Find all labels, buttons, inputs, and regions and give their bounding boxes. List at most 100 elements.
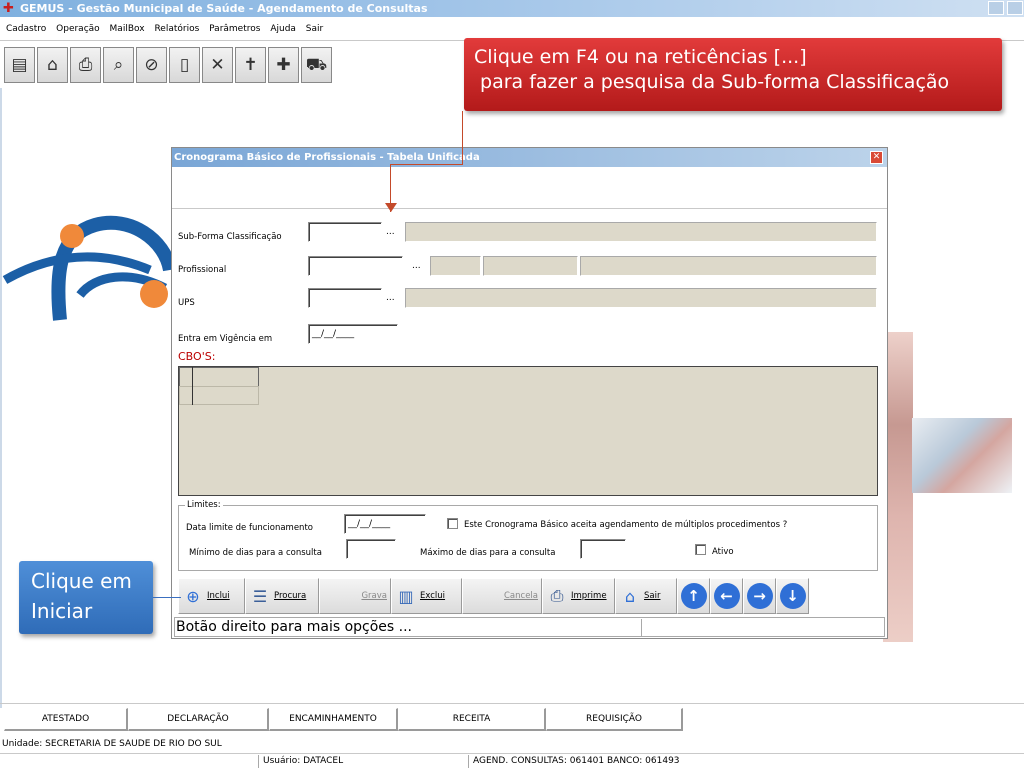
menu-ajuda[interactable]: Ajuda: [270, 24, 296, 34]
ativo-checkbox[interactable]: [695, 544, 706, 555]
cronograma-dialog: Cronograma Básico de Profissionais - Tab…: [171, 147, 888, 639]
nav-left-button[interactable]: ←: [710, 578, 743, 614]
background-photo: [912, 418, 1012, 493]
cross-icon[interactable]: ✝: [235, 47, 266, 83]
status-divider: [641, 619, 642, 636]
minimize-button[interactable]: [988, 1, 1004, 15]
dialog-button-bar: ⊕ Inclui ☰ Procura Grava ▥ Exclui Cancel…: [178, 578, 809, 614]
iniciar-connector: [153, 597, 181, 598]
arrow-right-icon: →: [746, 583, 773, 609]
database-search-icon: ☰: [252, 586, 268, 606]
arrow-left-icon: ←: [713, 583, 740, 609]
window-titlebar: ✚ GEMUS - Gestão Municipal de Saúde - Ag…: [0, 0, 1024, 17]
tab-declaracao[interactable]: DECLARAÇÃO: [128, 708, 269, 731]
exclui-button[interactable]: ▥ Exclui: [391, 578, 462, 614]
multiplos-checkbox[interactable]: [447, 518, 458, 529]
menu-operacao[interactable]: Operação: [56, 24, 100, 34]
tab-atestado[interactable]: ATESTADO: [4, 708, 128, 731]
profissional-registro: [483, 256, 578, 276]
dialog-divider: [172, 208, 887, 209]
building-icon[interactable]: ⌂: [37, 47, 68, 83]
clipboard-icon[interactable]: ▯: [169, 47, 200, 83]
callout-connector: [390, 164, 463, 165]
profissional-input[interactable]: [308, 256, 403, 276]
exit-house-icon: ⌂: [624, 586, 636, 606]
iniciar-callout: Clique em Iniciar: [19, 561, 153, 634]
ups-description: [405, 288, 877, 308]
grava-button[interactable]: Grava: [319, 578, 391, 614]
bottom-divider: [0, 703, 1024, 704]
subforma-input[interactable]: [308, 222, 382, 242]
first-aid-kit-icon[interactable]: ✚: [268, 47, 299, 83]
menu-parametros[interactable]: Parâmetros: [209, 24, 260, 34]
ambulance-icon[interactable]: ⛟: [301, 47, 332, 83]
maximize-button[interactable]: [1007, 1, 1023, 15]
callout-connector: [462, 111, 463, 165]
nav-up-button[interactable]: ↑: [677, 578, 710, 614]
trash-icon: ▥: [398, 586, 414, 606]
bottom-tab-bar: ATESTADO DECLARAÇÃO ENCAMINHAMENTO RECEI…: [4, 708, 683, 731]
minimo-dias-label: Mínimo de dias para a consulta: [189, 548, 322, 558]
menu-cadastro[interactable]: Cadastro: [6, 24, 46, 34]
limites-legend: Limites:: [185, 500, 223, 510]
profissional-code: [430, 256, 481, 276]
menu-bar: Cadastro Operação MailBox Relatórios Par…: [0, 20, 1024, 38]
subforma-label: Sub-Forma Classificação: [178, 232, 282, 242]
left-frame-border: [0, 88, 2, 708]
printer-icon[interactable]: ⎙: [70, 47, 101, 83]
dialog-close-button[interactable]: ✕: [870, 151, 883, 164]
nav-down-button[interactable]: ↓: [776, 578, 809, 614]
vigencia-date-input[interactable]: __/__/____: [308, 324, 398, 344]
minimo-dias-input[interactable]: [346, 539, 396, 559]
imprime-button[interactable]: ⎙ Imprime: [542, 578, 615, 614]
iniciar-callout-line2: Iniciar: [31, 599, 93, 623]
data-limite-label: Data limite de funcionamento: [186, 523, 313, 533]
iniciar-callout-line1: Clique em: [31, 569, 132, 593]
profissional-nome: [580, 256, 877, 276]
arrow-down-icon: ↓: [779, 583, 806, 609]
dialog-title: Cronograma Básico de Profissionais - Tab…: [174, 152, 480, 163]
vigencia-label: Entra em Vigência em: [178, 334, 273, 344]
callout-arrowhead: [385, 203, 397, 212]
tab-receita[interactable]: RECEITA: [398, 708, 546, 731]
cancela-button[interactable]: Cancela: [462, 578, 542, 614]
subforma-ellipsis-button[interactable]: ...: [386, 222, 395, 242]
tab-encaminhamento[interactable]: ENCAMINHAMENTO: [269, 708, 398, 731]
ups-input[interactable]: [308, 288, 382, 308]
agend-status: AGEND. CONSULTAS: 061401 BANCO: 061493: [468, 755, 768, 768]
tools-icon[interactable]: ✕: [202, 47, 233, 83]
multiplos-label: Este Cronograma Básico aceita agendament…: [464, 520, 788, 530]
dialog-titlebar: Cronograma Básico de Profissionais - Tab…: [172, 148, 887, 167]
main-toolbar: ▤ ⌂ ⎙ ⌕ ⊘ ▯ ✕ ✝ ✚ ⛟: [4, 47, 332, 87]
f4-callout: Clique em F4 ou na reticências [...] par…: [464, 38, 1002, 111]
profissional-label: Profissional: [178, 265, 227, 275]
add-icon: ⊕: [186, 586, 200, 606]
maximo-dias-label: Máximo de dias para a consulta: [420, 548, 556, 558]
monitor-icon[interactable]: ▤: [4, 47, 35, 83]
procura-button[interactable]: ☰ Procura: [245, 578, 319, 614]
app-cross-icon: ✚: [3, 1, 14, 16]
window-title: GEMUS - Gestão Municipal de Saúde - Agen…: [20, 2, 428, 15]
sair-button[interactable]: ⌂ Sair: [615, 578, 677, 614]
menu-sair[interactable]: Sair: [306, 24, 323, 34]
tab-requisicao[interactable]: REQUISIÇÃO: [546, 708, 683, 731]
nav-right-button[interactable]: →: [743, 578, 776, 614]
f4-callout-line2: para fazer a pesquisa da Sub-forma Class…: [474, 71, 950, 93]
limites-group: Limites: Data limite de funcionamento __…: [178, 500, 878, 571]
pill-icon[interactable]: ⊘: [136, 47, 167, 83]
ups-ellipsis-button[interactable]: ...: [386, 288, 395, 308]
cbo-grid-row-selector[interactable]: [179, 367, 193, 405]
ativo-label: Ativo: [712, 547, 734, 557]
cbo-grid[interactable]: [178, 366, 878, 496]
magnifier-icon[interactable]: ⌕: [103, 47, 134, 83]
ups-label: UPS: [178, 298, 195, 308]
data-limite-input[interactable]: __/__/____: [344, 514, 426, 534]
inclui-button[interactable]: ⊕ Inclui: [178, 578, 245, 614]
subforma-description: [405, 222, 877, 242]
menu-relatorios[interactable]: Relatórios: [154, 24, 199, 34]
profissional-ellipsis-button[interactable]: ...: [412, 256, 421, 276]
arrow-up-icon: ↑: [680, 583, 707, 609]
maximo-dias-input[interactable]: [580, 539, 626, 559]
unidade-text: Unidade: SECRETARIA DE SAUDE DE RIO DO S…: [2, 739, 222, 749]
menu-mailbox[interactable]: MailBox: [110, 24, 145, 34]
